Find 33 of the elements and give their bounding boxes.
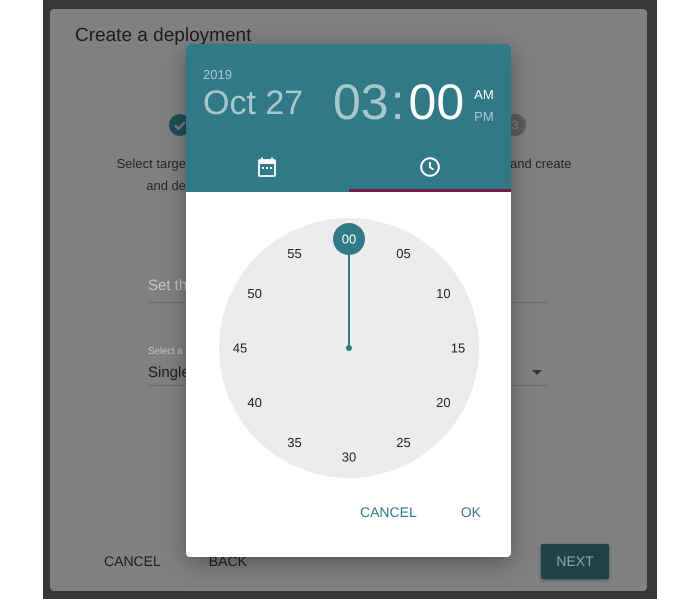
dialog-action-button[interactable]: OK: [446, 496, 495, 528]
meridiem-toggle[interactable]: AM: [474, 84, 494, 106]
caret-icon: [532, 370, 542, 374]
field-label: Select a: [148, 346, 183, 357]
clock-number[interactable]: 25: [396, 434, 411, 450]
dialog-title: Create a deployment: [75, 25, 252, 47]
clock-number[interactable]: 55: [287, 246, 302, 262]
clock-number[interactable]: 30: [342, 450, 356, 464]
hour-display[interactable]: 03: [333, 74, 389, 130]
time-separator: :: [390, 74, 405, 130]
clock-icon: [420, 157, 440, 177]
clock-number[interactable]: 35: [287, 434, 302, 450]
next-button[interactable]: NEXT: [541, 544, 609, 578]
step-description: and create: [510, 155, 572, 173]
field-placeholder: Set th: [148, 277, 188, 294]
meridiem-toggle[interactable]: PM: [474, 106, 494, 128]
clock-number[interactable]: 10: [436, 286, 451, 301]
step-description: Select targe: [116, 155, 186, 173]
picker-date[interactable]: Oct 27: [203, 84, 333, 123]
picker-year[interactable]: 2019: [203, 67, 333, 82]
calendar-icon: [258, 157, 276, 177]
minute-display[interactable]: 00: [408, 74, 464, 130]
clock-number[interactable]: 40: [247, 395, 262, 410]
clock-hand[interactable]: [333, 223, 365, 351]
clock-number[interactable]: 05: [396, 246, 411, 262]
clock-number[interactable]: 20: [436, 395, 451, 410]
clock-number[interactable]: 50: [247, 286, 262, 301]
text-button[interactable]: CANCEL: [90, 547, 175, 575]
clock-face[interactable]: [219, 218, 479, 478]
clock-number[interactable]: 15: [450, 340, 466, 356]
dialog-action-button[interactable]: CANCEL: [346, 496, 431, 528]
clock-number[interactable]: 45: [232, 340, 248, 356]
step-description: and de: [145, 177, 186, 195]
